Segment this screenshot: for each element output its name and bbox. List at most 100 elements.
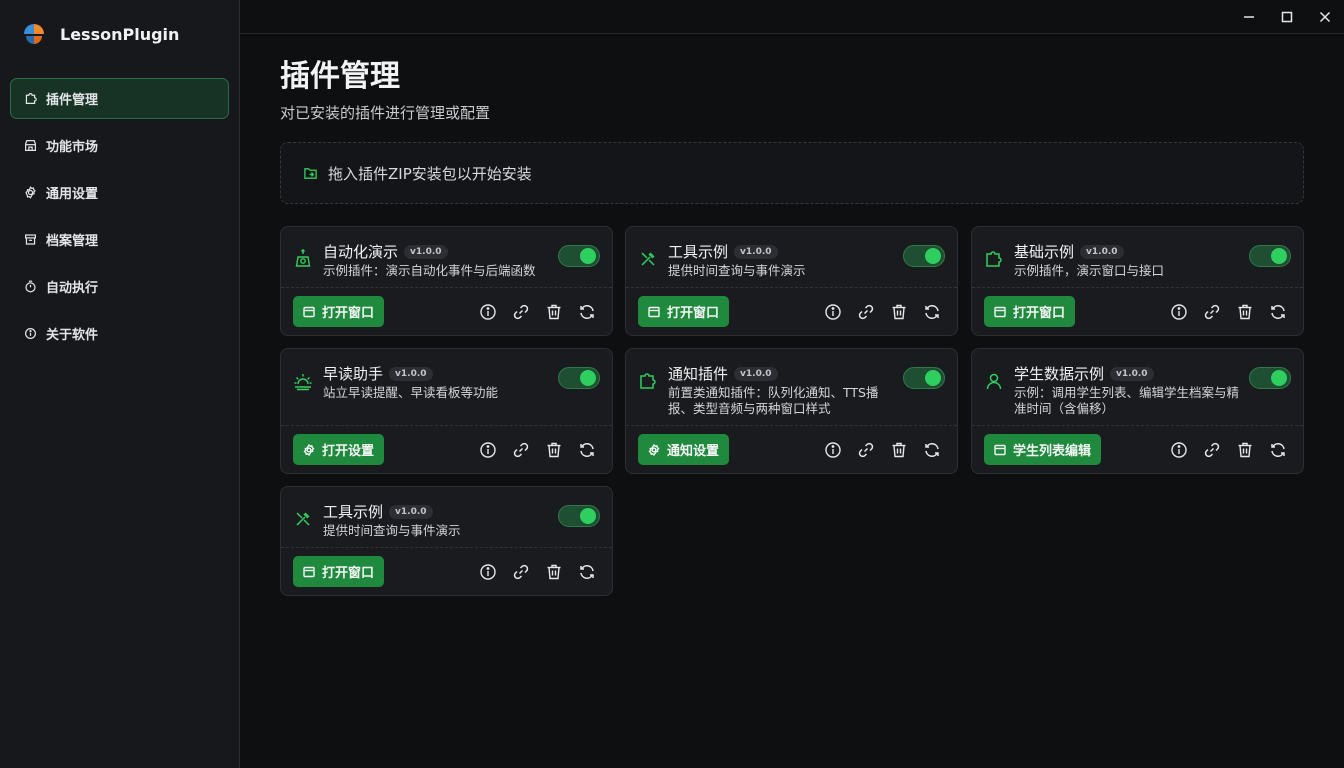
info-button[interactable] <box>1170 441 1188 459</box>
delete-button[interactable] <box>1236 441 1254 459</box>
delete-button[interactable] <box>545 563 563 581</box>
plugin-title: 通知插件 <box>668 365 729 383</box>
plugin-tools <box>1170 441 1287 459</box>
link-icon <box>512 441 530 459</box>
title-bar[interactable] <box>240 0 1344 34</box>
plugin-description: 前置类通知插件：队列化通知、TTS播报、类型音频与两种窗口样式 <box>668 385 879 416</box>
plugin-action-button[interactable]: 学生列表编辑 <box>984 434 1102 465</box>
reload-button[interactable] <box>578 563 596 581</box>
reload-button[interactable] <box>1269 441 1287 459</box>
plugin-card-footer: 打开窗口 <box>972 288 1303 335</box>
toggle-knob <box>1271 370 1287 386</box>
app-name: LessonPlugin <box>60 24 180 44</box>
delete-button[interactable] <box>890 303 908 321</box>
plugin-tools <box>479 563 596 581</box>
plugin-card: 工具示例 v1.0.0 提供时间查询与事件演示 打开窗口 <box>625 226 958 336</box>
info-button[interactable] <box>1170 303 1188 321</box>
toggle-knob <box>580 248 596 264</box>
plugin-action-button[interactable]: 打开设置 <box>293 434 385 465</box>
delete-button[interactable] <box>545 303 563 321</box>
maximize-button[interactable] <box>1268 0 1306 34</box>
plugin-tools <box>824 303 941 321</box>
plugin-enable-toggle[interactable] <box>558 367 600 389</box>
dropzone-label: 拖入插件ZIP安装包以开始安装 <box>328 164 532 183</box>
plugin-card-footer: 打开设置 <box>281 426 612 473</box>
brand: LessonPlugin <box>20 20 179 48</box>
sidebar-item-auto-exec[interactable]: 自动执行 <box>10 266 229 307</box>
action-label: 打开窗口 <box>667 306 720 321</box>
version-badge: v1.0.0 <box>1110 366 1154 381</box>
sidebar-item-plugins[interactable]: 插件管理 <box>10 78 229 119</box>
gear-icon <box>648 443 660 456</box>
plugin-action-button[interactable]: 打开窗口 <box>638 296 730 327</box>
link-button[interactable] <box>512 563 530 581</box>
info-button[interactable] <box>479 563 497 581</box>
window-icon <box>303 306 315 318</box>
plugin-dropzone[interactable]: 拖入插件ZIP安装包以开始安装 <box>280 142 1304 204</box>
delete-button[interactable] <box>890 441 908 459</box>
sidebar-item-market[interactable]: 功能市场 <box>10 125 229 166</box>
sidebar-item-about[interactable]: 关于软件 <box>10 313 229 354</box>
archive-icon <box>24 233 37 246</box>
link-button[interactable] <box>1203 303 1221 321</box>
plugin-card: 早读助手 v1.0.0 站立早读提醒、早读看板等功能 打开设置 <box>280 348 613 474</box>
info-button[interactable] <box>479 303 497 321</box>
link-button[interactable] <box>512 441 530 459</box>
info-button[interactable] <box>824 441 842 459</box>
plugin-action-button[interactable]: 打开窗口 <box>293 296 385 327</box>
refresh-icon <box>578 303 596 321</box>
delete-button[interactable] <box>545 441 563 459</box>
plugin-enable-toggle[interactable] <box>903 367 945 389</box>
app-logo-icon <box>24 24 44 44</box>
info-button[interactable] <box>479 441 497 459</box>
close-button[interactable] <box>1306 0 1344 34</box>
plugin-enable-toggle[interactable] <box>1249 245 1291 267</box>
minimize-button[interactable] <box>1230 0 1268 34</box>
window-icon <box>994 444 1006 456</box>
link-button[interactable] <box>857 441 875 459</box>
plugin-card-footer: 打开窗口 <box>281 548 612 595</box>
refresh-icon <box>578 563 596 581</box>
robot-icon <box>293 249 313 269</box>
plugin-enable-toggle[interactable] <box>558 505 600 527</box>
delete-button[interactable] <box>1236 303 1254 321</box>
sunrise-icon <box>293 371 313 391</box>
plugin-enable-toggle[interactable] <box>903 245 945 267</box>
plugin-action-button[interactable]: 打开窗口 <box>293 556 385 587</box>
plugin-card-header: 工具示例 v1.0.0 提供时间查询与事件演示 <box>626 227 957 288</box>
reload-button[interactable] <box>923 441 941 459</box>
refresh-icon <box>923 441 941 459</box>
action-label: 打开窗口 <box>322 306 375 321</box>
link-button[interactable] <box>1203 441 1221 459</box>
link-icon <box>1203 303 1221 321</box>
reload-button[interactable] <box>578 441 596 459</box>
plugin-action-button[interactable]: 打开窗口 <box>984 296 1076 327</box>
link-icon <box>857 441 875 459</box>
sidebar-item-settings[interactable]: 通用设置 <box>10 172 229 213</box>
plugin-card-footer: 打开窗口 <box>626 288 957 335</box>
reload-button[interactable] <box>578 303 596 321</box>
reload-button[interactable] <box>923 303 941 321</box>
toggle-knob <box>925 370 941 386</box>
plugin-enable-toggle[interactable] <box>1249 367 1291 389</box>
plugin-tools <box>1170 303 1287 321</box>
plugin-action-button[interactable]: 通知设置 <box>638 434 730 465</box>
plugin-description: 提供时间查询与事件演示 <box>668 263 806 278</box>
version-badge: v1.0.0 <box>734 366 778 381</box>
plugin-tools <box>824 441 941 459</box>
link-button[interactable] <box>512 303 530 321</box>
toggle-knob <box>580 508 596 524</box>
sidebar-item-label: 自动执行 <box>46 281 99 296</box>
plugin-card: 自动化演示 v1.0.0 示例插件：演示自动化事件与后端函数 打开窗口 <box>280 226 613 336</box>
info-icon <box>1170 441 1188 459</box>
sidebar-item-archive[interactable]: 档案管理 <box>10 219 229 260</box>
plugin-enable-toggle[interactable] <box>558 245 600 267</box>
link-button[interactable] <box>857 303 875 321</box>
plugin-card-footer: 打开窗口 <box>281 288 612 335</box>
minimize-icon <box>1244 16 1254 18</box>
info-button[interactable] <box>824 303 842 321</box>
trash-icon <box>545 563 563 581</box>
toggle-knob <box>580 370 596 386</box>
reload-button[interactable] <box>1269 303 1287 321</box>
plugin-card: 工具示例 v1.0.0 提供时间查询与事件演示 打开窗口 <box>280 486 613 596</box>
